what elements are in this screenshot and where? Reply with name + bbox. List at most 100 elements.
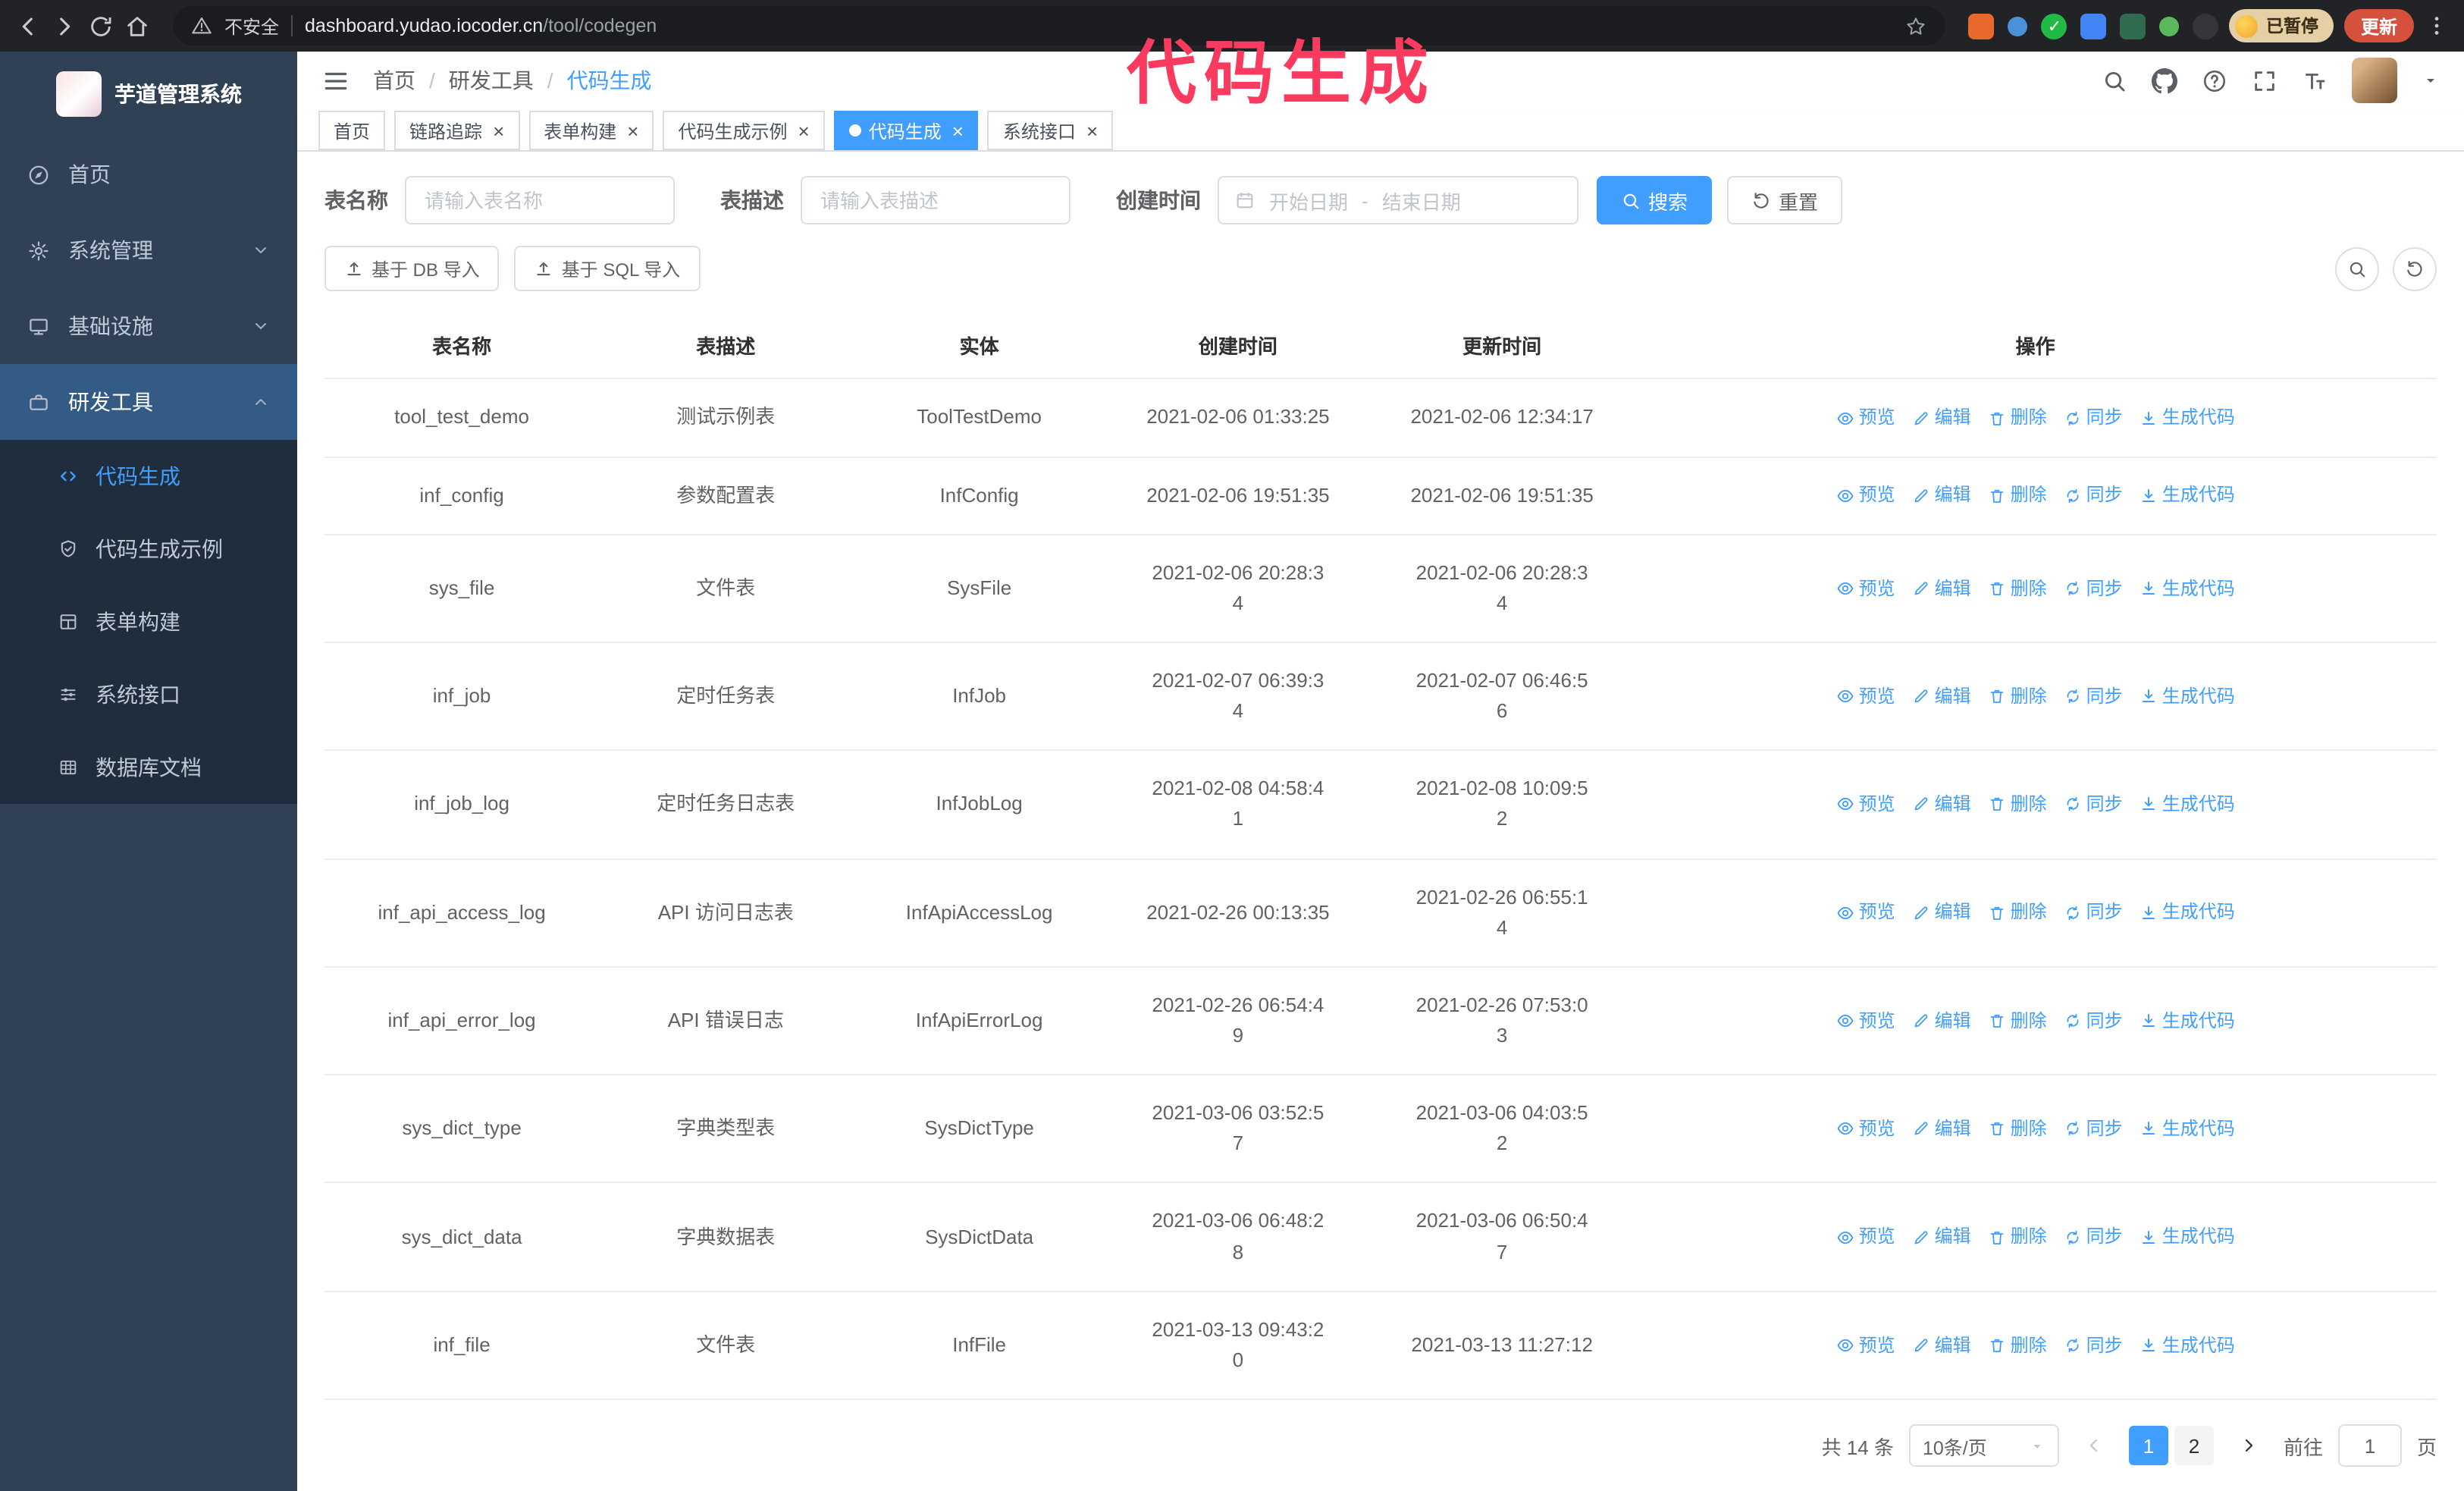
extension-icon-7[interactable] [2193, 13, 2219, 39]
action-preview[interactable]: 预览 [1836, 574, 1895, 602]
sidebar-subitem-codegen[interactable]: 代码生成 [0, 440, 297, 513]
refresh-table-button[interactable] [2393, 246, 2437, 291]
extension-icon-2[interactable] [2008, 16, 2028, 36]
action-sync[interactable]: 同步 [2064, 683, 2123, 711]
extension-icon-6[interactable] [2159, 16, 2180, 36]
action-delete[interactable]: 删除 [1988, 1006, 2047, 1034]
action-sync[interactable]: 同步 [2064, 790, 2123, 818]
chrome-update-button[interactable]: 更新 [2343, 9, 2414, 42]
action-delete[interactable]: 删除 [1988, 899, 2047, 927]
action-edit[interactable]: 编辑 [1912, 899, 1971, 927]
extension-icon-3[interactable] [2041, 13, 2067, 39]
sidebar-subitem-system-api[interactable]: 系统接口 [0, 658, 297, 731]
extension-icon-5[interactable] [2120, 13, 2146, 39]
avatar[interactable] [2352, 58, 2397, 104]
tab-close-icon[interactable]: × [952, 121, 964, 140]
page-size-select[interactable]: 10条/页 [1908, 1424, 2059, 1467]
action-generate-code[interactable]: 生成代码 [2140, 1331, 2235, 1359]
tab-2[interactable]: 表单构建 × [528, 111, 654, 151]
browser-home-icon[interactable] [124, 13, 150, 39]
browser-reload-icon[interactable] [88, 13, 114, 39]
page-button-1[interactable]: 1 [2128, 1426, 2168, 1465]
action-delete[interactable]: 删除 [1988, 574, 2047, 602]
address-bar[interactable]: 不安全 dashboard.yudao.iocoder.cn/tool/code… [173, 6, 1946, 46]
page-button-2[interactable]: 2 [2174, 1426, 2214, 1465]
breadcrumb-current[interactable]: 代码生成 [567, 66, 652, 96]
action-preview[interactable]: 预览 [1836, 683, 1895, 711]
action-edit[interactable]: 编辑 [1912, 1331, 1971, 1359]
action-delete[interactable]: 删除 [1988, 1223, 2047, 1251]
sidebar-item-system-management[interactable]: 系统管理 [0, 212, 297, 288]
url-text[interactable]: dashboard.yudao.iocoder.cn/tool/codegen [305, 15, 1893, 36]
action-preview[interactable]: 预览 [1836, 1223, 1895, 1251]
action-generate-code[interactable]: 生成代码 [2140, 683, 2235, 711]
tab-1[interactable]: 链路追踪 × [394, 111, 520, 151]
prev-page-button[interactable] [2074, 1426, 2114, 1465]
action-delete[interactable]: 删除 [1988, 403, 2047, 432]
action-generate-code[interactable]: 生成代码 [2140, 1223, 2235, 1251]
action-sync[interactable]: 同步 [2064, 1331, 2123, 1359]
action-preview[interactable]: 预览 [1836, 1331, 1895, 1359]
action-edit[interactable]: 编辑 [1912, 1006, 1971, 1034]
action-preview[interactable]: 预览 [1836, 1006, 1895, 1034]
tab-close-icon[interactable]: × [627, 121, 638, 140]
action-delete[interactable]: 删除 [1988, 1331, 2047, 1359]
sidebar-subitem-codegen-example[interactable]: 代码生成示例 [0, 513, 297, 585]
breadcrumb-home[interactable]: 首页 [373, 66, 415, 96]
search-button[interactable]: 搜索 [1597, 176, 1713, 225]
action-delete[interactable]: 删除 [1988, 790, 2047, 818]
search-icon[interactable] [2102, 68, 2127, 94]
question-icon[interactable] [2202, 68, 2227, 94]
action-generate-code[interactable]: 生成代码 [2140, 574, 2235, 602]
action-preview[interactable]: 预览 [1836, 1115, 1895, 1143]
action-delete[interactable]: 删除 [1988, 1115, 2047, 1143]
action-edit[interactable]: 编辑 [1912, 482, 1971, 510]
action-preview[interactable]: 预览 [1836, 403, 1895, 432]
action-edit[interactable]: 编辑 [1912, 683, 1971, 711]
sidebar-item-home[interactable]: 首页 [0, 137, 297, 212]
action-generate-code[interactable]: 生成代码 [2140, 403, 2235, 432]
action-preview[interactable]: 预览 [1836, 790, 1895, 818]
reset-button[interactable]: 重置 [1727, 176, 1843, 225]
sidebar-subitem-form-builder[interactable]: 表单构建 [0, 585, 297, 658]
app-logo[interactable]: 芋道管理系统 [0, 52, 297, 137]
browser-back-icon[interactable] [15, 13, 41, 39]
sidebar-subitem-db-docs[interactable]: 数据库文档 [0, 731, 297, 804]
browser-forward-icon[interactable] [52, 13, 77, 39]
action-sync[interactable]: 同步 [2064, 1223, 2123, 1251]
extension-icon-4[interactable] [2080, 13, 2107, 39]
browser-menu-kebab-icon[interactable] [2425, 14, 2449, 38]
tab-close-icon[interactable]: × [1086, 121, 1098, 140]
action-generate-code[interactable]: 生成代码 [2140, 899, 2235, 927]
goto-page-input[interactable] [2337, 1424, 2402, 1467]
tab-close-icon[interactable]: × [493, 121, 504, 140]
action-generate-code[interactable]: 生成代码 [2140, 482, 2235, 510]
action-edit[interactable]: 编辑 [1912, 1223, 1971, 1251]
security-label[interactable]: 不安全 [224, 13, 279, 39]
action-generate-code[interactable]: 生成代码 [2140, 790, 2235, 818]
breadcrumb-dev-tools[interactable]: 研发工具 [449, 66, 534, 96]
github-icon[interactable] [2152, 68, 2177, 94]
hamburger-icon[interactable] [321, 67, 350, 96]
fullscreen-icon[interactable] [2252, 68, 2277, 94]
action-preview[interactable]: 预览 [1836, 482, 1895, 510]
tab-close-icon[interactable]: × [798, 121, 810, 140]
extension-icon-1[interactable] [1968, 13, 1995, 39]
table-desc-input[interactable] [801, 176, 1071, 225]
tab-3[interactable]: 代码生成示例 × [663, 111, 825, 151]
tab-0[interactable]: 首页 [318, 111, 386, 151]
import-sql-button[interactable]: 基于 SQL 导入 [514, 246, 701, 292]
tab-4[interactable]: 代码生成 × [833, 111, 979, 151]
action-delete[interactable]: 删除 [1988, 683, 2047, 711]
action-sync[interactable]: 同步 [2064, 574, 2123, 602]
action-sync[interactable]: 同步 [2064, 899, 2123, 927]
sidebar-item-infrastructure[interactable]: 基础设施 [0, 288, 297, 364]
browser-profile-paused-chip[interactable]: 已暂停 [2229, 9, 2334, 42]
action-edit[interactable]: 编辑 [1912, 403, 1971, 432]
action-preview[interactable]: 预览 [1836, 899, 1895, 927]
sidebar-item-dev-tools[interactable]: 研发工具 [0, 364, 297, 440]
toggle-search-button[interactable] [2335, 246, 2379, 291]
action-generate-code[interactable]: 生成代码 [2140, 1006, 2235, 1034]
action-edit[interactable]: 编辑 [1912, 1115, 1971, 1143]
table-name-input[interactable] [405, 176, 675, 225]
